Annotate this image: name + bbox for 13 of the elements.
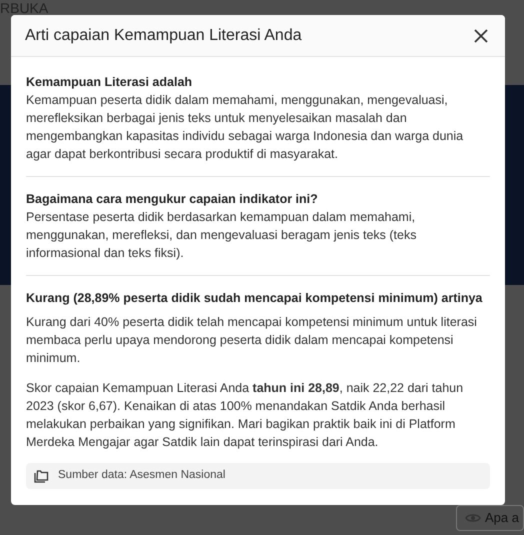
modal-title: Arti capaian Kemampuan Literasi Anda	[25, 26, 302, 46]
section-paragraph: Kurang dari 40% peserta didik telah mencapai kompetensi minimum untuk literasi membaca perlu upaya mendorong peserta didik dalam mencapai kompetensi minimum.	[26, 314, 478, 367]
close-icon	[474, 28, 488, 42]
section-paragraph: Persentase peserta didik berdasarkan kemampuan dalam memahami, menggunakan, merefleksi, dan mengevaluasi beragam jenis teks (teks informasional dan teks fiksi).	[26, 209, 418, 262]
info-button[interactable]: Apa a	[456, 505, 524, 531]
source-text: Sumber data: Asesmen Nasional	[58, 468, 226, 484]
section-paragraph: Skor capaian Kemampuan Literasi Anda tahun ini 28,89, naik 22,22 dari tahun 2023 (skor 6,67). Kenaikan di atas 100% menandakan Satdik Anda berhasil melakukan perbaikan yang signifikan. Mari bagikan praktik baik ini di Platform Merdeka Mengajar agar Satdik lain dapat terinspirasi dari Anda.	[26, 380, 464, 451]
eye-icon	[465, 512, 482, 524]
folders-icon	[34, 470, 49, 482]
section-paragraph: Kemampuan peserta didik dalam memahami, menggunakan, mengevaluasi, merefleksikan berbagai jenis teks untuk menyelesaikan masalah dan mengembangkan kapasitas individu sebagai warga Indonesia dan warga dunia agar dapat berkontribusi secara produktif di masyarakat.	[26, 92, 464, 163]
section-heading: Kurang (28,89% peserta didik sudah mencapai kompetensi minimum) artinya	[26, 290, 484, 307]
section-heading: Bagaimana cara mengukur capaian indikator ini?	[26, 191, 319, 208]
section-heading: Kemampuan Literasi adalah	[26, 74, 194, 91]
